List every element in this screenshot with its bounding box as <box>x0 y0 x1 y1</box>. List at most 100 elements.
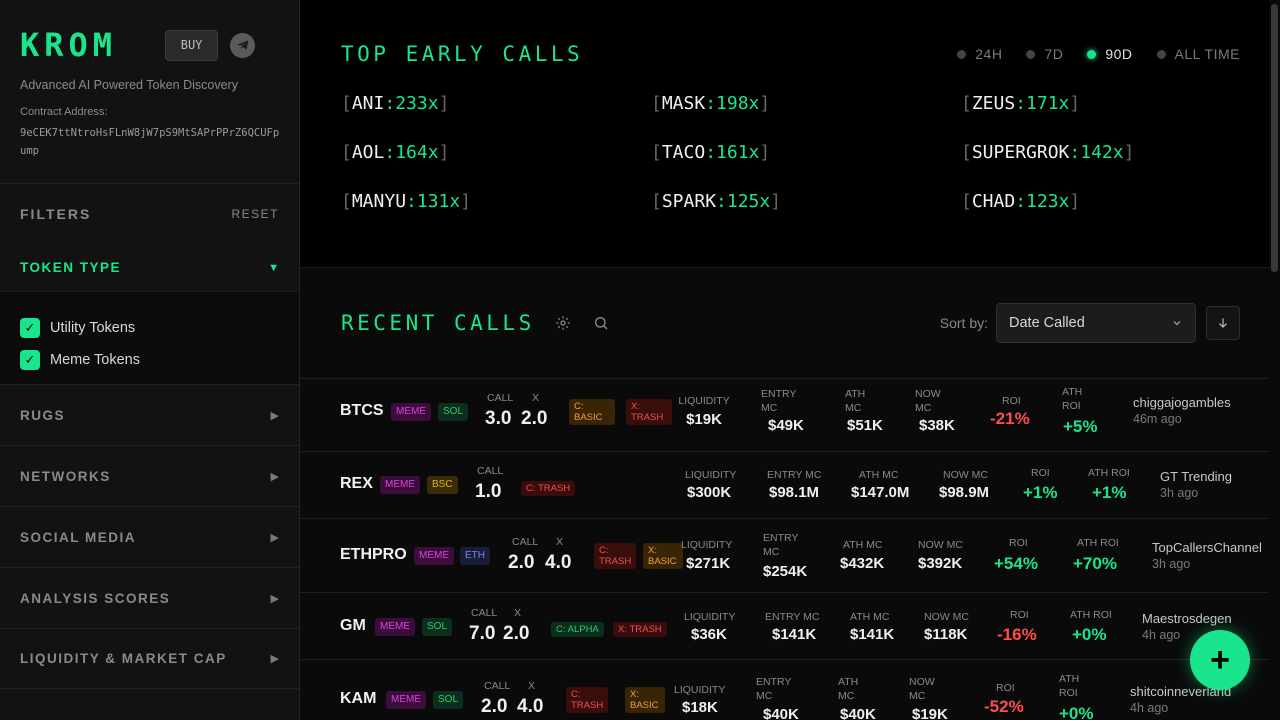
checkbox-meme-tokens[interactable]: ✓ Meme Tokens <box>20 344 279 376</box>
logo[interactable]: KROM <box>20 26 117 64</box>
table-row[interactable]: ETHPRO MEME ETH CALL 2.0 X 4.0 C: TRASH … <box>300 518 1280 592</box>
top-call-item[interactable]: [ZEUS:171x] <box>961 92 1271 116</box>
roi-value: +1% <box>1023 483 1058 502</box>
chevron-right-icon: ▶ <box>270 409 279 422</box>
call-score: 7.0 <box>469 623 496 644</box>
ath-roi-value: +0% <box>1072 625 1107 644</box>
now-mc-value: $38K <box>919 417 955 434</box>
tag-network: SOL <box>438 403 469 421</box>
ath-roi-value: +1% <box>1092 483 1127 502</box>
recent-calls-panel: RECENT CALLS Sort by: Date Called BTCS M… <box>300 268 1280 720</box>
scrollbar-thumb[interactable] <box>1271 4 1278 272</box>
table-row[interactable]: BTCS MEME SOL CALL 3.0 X 2.0 C: BASIC X:… <box>300 378 1280 451</box>
top-call-item[interactable]: [ANI:233x] <box>341 92 651 116</box>
top-call-item[interactable]: [AOL:164x] <box>341 141 651 165</box>
ath-roi-label: ATH ROI <box>1059 673 1080 699</box>
filter-section-social-media[interactable]: SOCIAL MEDIA ▶ <box>0 506 299 567</box>
range-label: 24H <box>975 46 1003 62</box>
brand-panel: KROM BUY Advanced AI Powered Token Disco… <box>0 0 299 184</box>
roi-value: -21% <box>990 409 1030 428</box>
ath-mc-label: ATH MC <box>859 469 899 481</box>
entry-mc-label: ENTRY MC <box>765 611 820 623</box>
filter-section-label: RUGS <box>20 407 66 423</box>
top-call-item[interactable]: [CHAD:123x] <box>961 190 1271 214</box>
badge-x: X: BASIC <box>643 543 683 569</box>
filter-section-liquidity[interactable]: LIQUIDITY & MARKET CAP ▶ <box>0 628 299 689</box>
liquidity-value: $19K <box>686 411 722 428</box>
call-label: CALL <box>512 536 539 548</box>
plus-icon: + <box>1210 641 1230 679</box>
time-ago: 3h ago <box>1152 557 1191 571</box>
tag-network: BSC <box>427 476 458 494</box>
tag-meme: MEME <box>375 618 415 636</box>
checkbox-checked-icon[interactable]: ✓ <box>20 318 40 338</box>
sort-select[interactable]: Date Called <box>996 303 1196 343</box>
liquidity-label: LIQUIDITY <box>674 684 726 696</box>
scrollbar[interactable] <box>1269 0 1280 720</box>
roi-value: -16% <box>997 625 1037 644</box>
checkbox-checked-icon[interactable]: ✓ <box>20 350 40 370</box>
checkbox-utility-tokens[interactable]: ✓ Utility Tokens <box>20 312 279 344</box>
call-score: 2.0 <box>481 696 508 717</box>
filter-section-analysis-scores[interactable]: ANALYSIS SCORES ▶ <box>0 567 299 628</box>
filter-section-label: NETWORKS <box>20 468 111 484</box>
filter-section-token-type[interactable]: TOKEN TYPE ▼ <box>0 244 299 291</box>
telegram-icon[interactable] <box>230 32 256 58</box>
ath-roi-label: ATH ROI <box>1077 537 1119 549</box>
range-24h[interactable]: 24H <box>957 46 1002 62</box>
top-call-item[interactable]: [MASK:198x] <box>651 92 961 116</box>
entry-mc-label: ENTRY MC <box>761 388 797 414</box>
filter-section-label: SOCIAL MEDIA <box>20 529 137 545</box>
top-call-item[interactable]: [SPARK:125x] <box>651 190 961 214</box>
range-all-time[interactable]: ALL TIME <box>1156 46 1240 62</box>
reset-button[interactable]: RESET <box>231 207 279 221</box>
table-row[interactable]: KAM MEME SOL CALL 2.0 X 4.0 C: TRASH X: … <box>300 659 1280 720</box>
sort-label: Sort by: <box>939 315 988 331</box>
filter-section-rugs[interactable]: RUGS ▶ <box>0 384 299 445</box>
table-row[interactable]: GM MEME SOL CALL 7.0 X 2.0 C: ALPHA X: T… <box>300 592 1280 659</box>
x-score: 4.0 <box>545 552 572 573</box>
caller-name[interactable]: chiggajogambles <box>1133 395 1231 410</box>
range-label: ALL TIME <box>1174 46 1240 62</box>
roi-label: ROI <box>1010 609 1029 621</box>
range-90d[interactable]: 90D <box>1087 46 1132 62</box>
now-mc-label: NOW MC <box>915 388 941 414</box>
liquidity-label: LIQUIDITY <box>684 611 736 623</box>
now-mc-label: NOW MC <box>909 676 935 702</box>
sort-direction-button[interactable] <box>1206 306 1240 340</box>
top-call-item[interactable]: [TACO:161x] <box>651 141 961 165</box>
search-icon[interactable] <box>591 313 611 333</box>
x-label: X <box>514 607 522 619</box>
top-call-item[interactable]: [MANYU:131x] <box>341 190 651 214</box>
gear-icon[interactable] <box>553 313 573 333</box>
liquidity-label: LIQUIDITY <box>681 539 733 551</box>
x-label: X <box>556 536 564 548</box>
tag-network: SOL <box>422 618 453 636</box>
caller-name[interactable]: GT Trending <box>1160 469 1232 484</box>
tag-meme: MEME <box>386 691 426 709</box>
caller-name[interactable]: TopCallersChannel <box>1152 540 1262 555</box>
badge-x: X: TRASH <box>613 622 667 637</box>
time-range-selector: 24H 7D 90D ALL TIME <box>933 46 1240 62</box>
chevron-right-icon: ▶ <box>270 592 279 605</box>
entry-mc-value: $98.1M <box>769 484 820 501</box>
roi-label: ROI <box>1002 395 1021 407</box>
x-label: X <box>528 680 536 692</box>
buy-button[interactable]: BUY <box>165 29 219 61</box>
token-symbol: TACO <box>661 142 706 163</box>
liquidity-value: $271K <box>686 555 731 572</box>
x-score: 2.0 <box>503 623 530 644</box>
table-row[interactable]: REX MEME BSC CALL 1.0 C: TRASH LIQUIDITY… <box>300 451 1280 518</box>
add-button[interactable]: + <box>1190 630 1250 690</box>
top-call-item[interactable]: [SUPERGROK:142x] <box>961 141 1271 165</box>
filter-section-networks[interactable]: NETWORKS ▶ <box>0 445 299 506</box>
range-7d[interactable]: 7D <box>1026 46 1063 62</box>
caller-name[interactable]: Maestrosdegen <box>1142 611 1232 626</box>
contract-address-value[interactable]: 9eCEK7ttNtroHsFLnW8jW7pS9MtSAPrPPrZ6QCUF… <box>20 124 282 160</box>
liquidity-value: $300K <box>687 484 732 501</box>
ath-mc-label: ATH MC <box>845 388 866 414</box>
now-mc-value: $19K <box>912 706 948 720</box>
chevron-down-icon <box>1173 321 1181 326</box>
panel-title: TOP EARLY CALLS <box>341 42 584 66</box>
time-ago: 46m ago <box>1133 412 1182 426</box>
